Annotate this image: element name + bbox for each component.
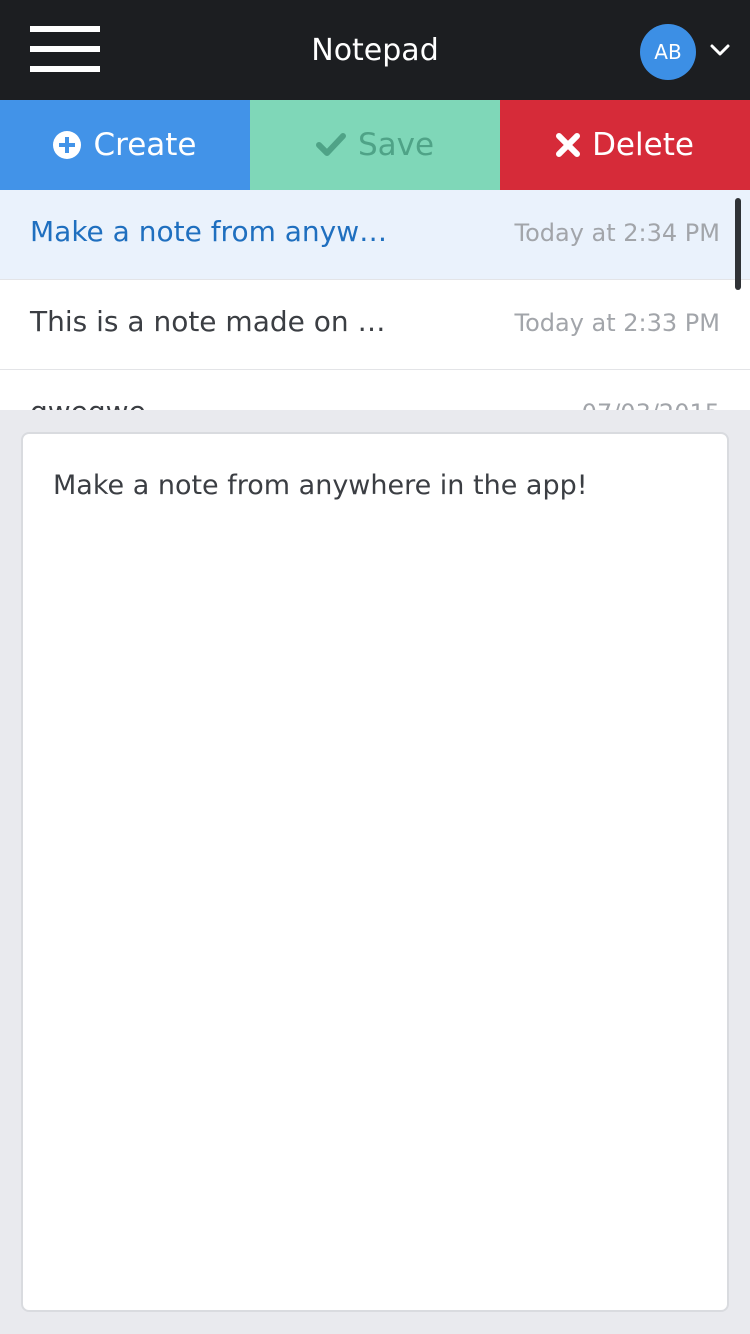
- delete-button-label: Delete: [592, 127, 694, 163]
- notepad-app: Notepad AB Create Save Delete Make a not…: [0, 0, 750, 1334]
- note-title: Make a note from anyw…: [30, 215, 388, 248]
- list-item[interactable]: This is a note made on … Today at 2:33 P…: [0, 280, 750, 370]
- save-button-label: Save: [357, 127, 435, 163]
- create-button[interactable]: Create: [0, 100, 250, 190]
- list-item[interactable]: Make a note from anyw… Today at 2:34 PM: [0, 190, 750, 280]
- app-header: Notepad AB: [0, 0, 750, 100]
- checkmark-icon: [315, 133, 346, 156]
- delete-button[interactable]: Delete: [500, 100, 750, 190]
- note-title: This is a note made on …: [30, 305, 386, 338]
- note-editor[interactable]: Make a note from anywhere in the app!: [21, 432, 729, 1312]
- action-bar: Create Save Delete: [0, 100, 750, 190]
- save-button[interactable]: Save: [250, 100, 500, 190]
- note-date: Today at 2:33 PM: [514, 309, 721, 337]
- page-title: Notepad: [311, 33, 439, 68]
- note-title: qweqwe: [30, 392, 146, 410]
- close-icon: [556, 133, 581, 157]
- avatar[interactable]: AB: [640, 24, 696, 80]
- plus-circle-icon: [53, 131, 82, 159]
- create-button-label: Create: [93, 127, 197, 163]
- list-item[interactable]: qweqwe 07/03/2015: [0, 370, 750, 410]
- chevron-down-icon[interactable]: [708, 38, 732, 62]
- notes-scrollbar[interactable]: [735, 198, 741, 290]
- note-date: Today at 2:34 PM: [514, 219, 721, 247]
- note-editor-text[interactable]: Make a note from anywhere in the app!: [53, 466, 697, 506]
- note-date: 07/03/2015: [582, 394, 720, 410]
- notes-list[interactable]: Make a note from anyw… Today at 2:34 PM …: [0, 190, 750, 410]
